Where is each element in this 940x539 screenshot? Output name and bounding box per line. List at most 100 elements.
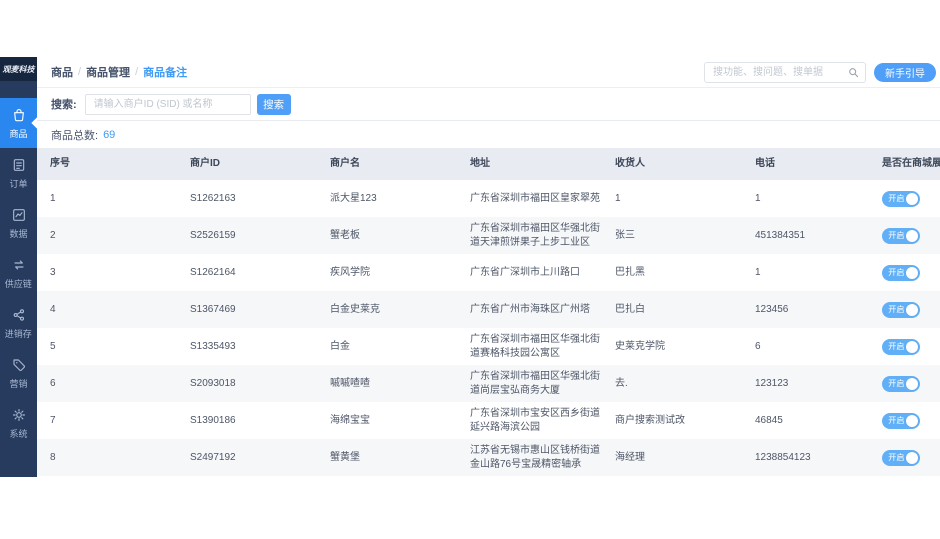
cell-address: 广东省深圳市福田区华强北街道赛格科技园公寓区 xyxy=(470,334,600,359)
sidebar-item-label: 系统 xyxy=(9,428,28,440)
sidebar-item-label: 商品 xyxy=(9,128,28,140)
cell-phone: 1 xyxy=(755,192,761,204)
sidebar-item-orders[interactable]: 订单 xyxy=(0,148,37,198)
toggle-label: 开启 xyxy=(888,193,905,203)
cell-index: 5 xyxy=(50,340,56,352)
cell-name: 海绵宝宝 xyxy=(330,414,370,426)
cell-sid: S2093018 xyxy=(190,377,236,389)
cell-receiver: 去. xyxy=(615,377,628,389)
toggle-label: 开启 xyxy=(888,267,905,277)
sidebar-item-label: 进销存 xyxy=(4,328,33,340)
cell-index: 2 xyxy=(50,229,56,241)
cell-sid: S2497192 xyxy=(190,451,236,463)
search-button[interactable]: 搜索 xyxy=(256,93,291,115)
cell-address: 广东省深圳市福田区华强北街道天津煎饼果子上步工业区 xyxy=(470,223,600,248)
sidebar-item-label: 订单 xyxy=(9,178,28,190)
merchant-table: 序号 商户ID 商户名 地址 收货人 电话 是否在商城展示 1 S1262163… xyxy=(37,148,940,476)
store-display-toggle[interactable]: 开启 xyxy=(882,190,920,207)
cell-receiver: 1 xyxy=(615,192,621,204)
goods-bag-icon xyxy=(11,107,27,123)
sidebar-item-goods[interactable]: 商品 xyxy=(0,98,37,148)
data-chart-icon xyxy=(11,207,27,223)
cell-phone: 123456 xyxy=(755,303,789,315)
cell-sid: S1262163 xyxy=(190,192,236,204)
table-row: 8 S2497192 蟹黄堡 江苏省无锡市惠山区钱桥街道金山路76号宝晟精密轴承… xyxy=(37,439,940,476)
col-header-sid: 商户ID xyxy=(190,158,220,170)
breadcrumb-goods[interactable]: 商品 xyxy=(51,64,73,80)
toggle-label: 开启 xyxy=(888,230,905,240)
cell-name: 疾风学院 xyxy=(330,266,370,278)
main-content: 商品 / 商品管理 / 商品备注 新手引导 搜索: 搜索 商品总数: 6 xyxy=(37,57,940,476)
cell-receiver: 张三 xyxy=(615,229,635,241)
table-row: 6 S2093018 嘁嘁喳喳 广东省深圳市福田区华强北街道尚层宝弘商务大厦 去… xyxy=(37,365,940,402)
col-header-phone: 电话 xyxy=(755,158,775,170)
app-window: 观麦科技 商品 订单 数据 供应链 进销存 营销 系统 商品 / 商品管理 / … xyxy=(0,0,940,539)
cell-phone: 123123 xyxy=(755,377,789,389)
cell-address: 广东省深圳市福田区皇家翠苑 xyxy=(470,192,600,204)
global-search-input[interactable] xyxy=(704,61,866,83)
cell-address: 广东省深圳市宝安区西乡街道延兴路海滨公园 xyxy=(470,408,600,433)
sidebar-item-label: 数据 xyxy=(9,228,28,240)
search-icon xyxy=(847,66,860,79)
sidebar-item-label: 营销 xyxy=(9,378,28,390)
toggle-knob xyxy=(906,192,918,205)
sidebar-item-inventory[interactable]: 进销存 xyxy=(0,298,37,348)
cell-name: 派大星123 xyxy=(330,192,377,204)
cell-phone: 1238854123 xyxy=(755,451,811,463)
topbar: 商品 / 商品管理 / 商品备注 新手引导 xyxy=(37,57,940,88)
toggle-label: 开启 xyxy=(888,378,905,388)
breadcrumb-goods-remark[interactable]: 商品备注 xyxy=(143,64,187,80)
col-header-address: 地址 xyxy=(470,158,490,170)
sidebar-item-marketing[interactable]: 营销 xyxy=(0,348,37,398)
store-display-toggle[interactable]: 开启 xyxy=(882,375,920,392)
col-header-receiver: 收货人 xyxy=(615,158,645,170)
toggle-label: 开启 xyxy=(888,304,905,314)
cell-index: 4 xyxy=(50,303,56,315)
toggle-knob xyxy=(906,340,918,353)
cell-address: 广东省广深圳市上川路口 xyxy=(470,266,580,278)
newbie-guide-button[interactable]: 新手引导 xyxy=(874,62,936,82)
cell-name: 嘁嘁喳喳 xyxy=(330,377,370,389)
marketing-tag-icon xyxy=(11,357,27,373)
table-row: 7 S1390186 海绵宝宝 广东省深圳市宝安区西乡街道延兴路海滨公园 商户搜… xyxy=(37,402,940,439)
col-header-index: 序号 xyxy=(50,158,70,170)
toggle-knob xyxy=(906,266,918,279)
cell-address: 江苏省无锡市惠山区钱桥街道金山路76号宝晟精密轴承 xyxy=(470,445,600,470)
sidebar: 观麦科技 商品 订单 数据 供应链 进销存 营销 系统 xyxy=(0,57,37,477)
store-display-toggle[interactable]: 开启 xyxy=(882,227,920,244)
toggle-knob xyxy=(906,451,918,464)
cell-name: 白金 xyxy=(330,340,350,352)
store-display-toggle[interactable]: 开启 xyxy=(882,412,920,429)
search-label: 搜索: xyxy=(51,99,77,111)
sidebar-item-data[interactable]: 数据 xyxy=(0,198,37,248)
goods-total-count: 69 xyxy=(103,128,116,141)
store-display-toggle[interactable]: 开启 xyxy=(882,449,920,466)
breadcrumb-goods-management[interactable]: 商品管理 xyxy=(86,64,130,80)
col-header-store-display: 是否在商城展示 xyxy=(882,158,940,170)
table-row: 3 S1262164 疾风学院 广东省广深圳市上川路口 巴扎黑 1 开启 xyxy=(37,254,940,291)
system-gear-icon xyxy=(11,407,27,423)
cell-sid: S2526159 xyxy=(190,229,236,241)
cell-index: 1 xyxy=(50,192,56,204)
toggle-knob xyxy=(906,229,918,242)
inventory-icon xyxy=(11,307,27,323)
toggle-label: 开启 xyxy=(888,341,905,351)
cell-receiver: 巴扎黑 xyxy=(615,266,645,278)
app-logo: 观麦科技 xyxy=(0,57,37,81)
cell-name: 白金史莱克 xyxy=(330,303,380,315)
order-doc-icon xyxy=(11,157,27,173)
col-header-name: 商户名 xyxy=(330,158,360,170)
cell-phone: 46845 xyxy=(755,414,783,426)
sidebar-item-system[interactable]: 系统 xyxy=(0,398,37,448)
cell-phone: 6 xyxy=(755,340,761,352)
goods-total-label: 商品总数: xyxy=(51,129,99,142)
breadcrumb-separator: / xyxy=(135,66,139,78)
table-header-row: 序号 商户ID 商户名 地址 收货人 电话 是否在商城展示 xyxy=(37,148,940,180)
cell-index: 7 xyxy=(50,414,56,426)
sidebar-item-supply-chain[interactable]: 供应链 xyxy=(0,248,37,298)
store-display-toggle[interactable]: 开启 xyxy=(882,301,920,318)
store-display-toggle[interactable]: 开启 xyxy=(882,338,920,355)
merchant-search-input[interactable] xyxy=(84,93,251,115)
store-display-toggle[interactable]: 开启 xyxy=(882,264,920,281)
supply-chain-icon xyxy=(11,257,27,273)
